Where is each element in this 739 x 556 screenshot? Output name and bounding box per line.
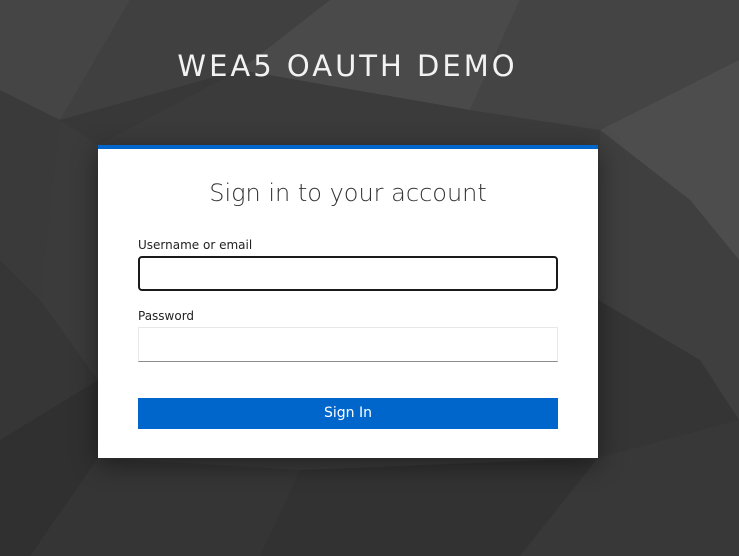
login-title: Sign in to your account bbox=[209, 179, 487, 207]
password-label: Password bbox=[138, 309, 195, 323]
realm-title: WEA5 OAUTH DEMO bbox=[177, 49, 518, 83]
sign-in-button[interactable]: Sign In bbox=[138, 398, 558, 429]
login-card: Sign in to your account Username or emai… bbox=[98, 145, 598, 458]
username-field[interactable] bbox=[138, 256, 558, 291]
password-field[interactable] bbox=[138, 327, 558, 362]
username-label: Username or email bbox=[138, 238, 253, 252]
